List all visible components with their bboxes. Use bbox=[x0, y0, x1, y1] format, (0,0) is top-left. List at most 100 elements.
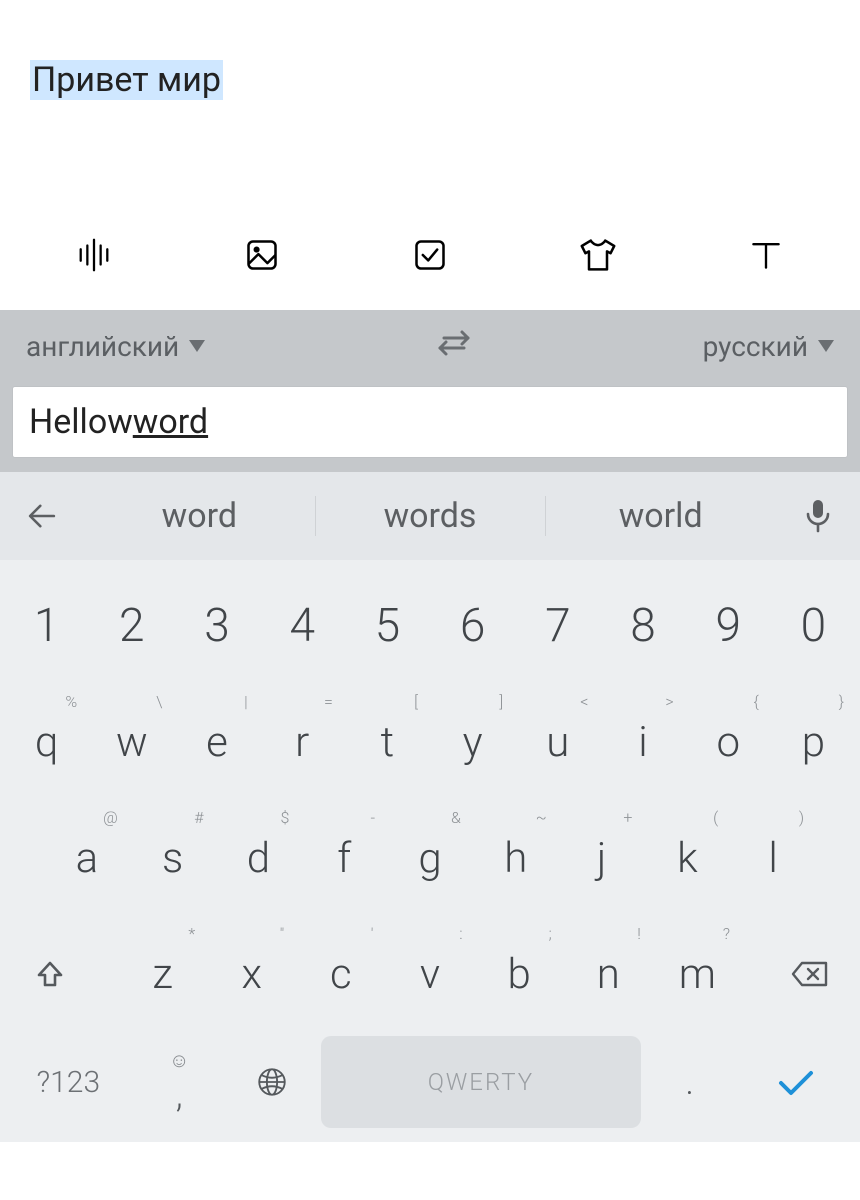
key-secondary-label: ) bbox=[799, 808, 804, 827]
image-icon[interactable] bbox=[242, 235, 282, 275]
key-secondary-label: | bbox=[244, 692, 248, 711]
source-language-selector[interactable]: английский bbox=[26, 330, 205, 363]
key-secondary-label: [ bbox=[414, 692, 418, 711]
note-toolbar bbox=[0, 200, 860, 310]
key-s[interactable]: s# bbox=[132, 804, 214, 912]
key-secondary-label: < bbox=[580, 692, 588, 711]
key-secondary-label: * bbox=[188, 924, 195, 943]
key-secondary-label: ~ bbox=[536, 808, 547, 827]
comma-label: , bbox=[176, 1074, 183, 1116]
suggestion-item[interactable]: word bbox=[84, 472, 315, 560]
note-editor[interactable]: Привет мир bbox=[0, 0, 860, 200]
source-language-label: английский bbox=[26, 330, 179, 363]
key-secondary-label: - bbox=[371, 808, 376, 827]
key-secondary-label: : bbox=[459, 924, 462, 943]
key-z[interactable]: z* bbox=[120, 920, 205, 1028]
key-secondary-label: + bbox=[623, 808, 632, 827]
key-k[interactable]: k( bbox=[646, 804, 728, 912]
key-secondary-label: > bbox=[665, 692, 673, 711]
key-secondary-label: % bbox=[65, 692, 77, 711]
key-secondary-label: ? bbox=[723, 924, 730, 943]
key-secondary-label: " bbox=[280, 924, 285, 943]
key-e[interactable]: e| bbox=[176, 688, 257, 796]
key-p[interactable]: p} bbox=[773, 688, 854, 796]
keyboard-row-numbers: 1234567890 bbox=[4, 572, 856, 680]
swap-languages-button[interactable] bbox=[434, 328, 474, 365]
key-b[interactable]: b; bbox=[477, 920, 562, 1028]
key-c[interactable]: c' bbox=[298, 920, 383, 1028]
key-secondary-label: & bbox=[451, 808, 461, 827]
key-9[interactable]: 9 bbox=[688, 572, 769, 680]
shift-key[interactable] bbox=[6, 920, 94, 1028]
checkbox-icon[interactable] bbox=[410, 235, 450, 275]
key-a[interactable]: a@ bbox=[46, 804, 128, 912]
key-n[interactable]: n! bbox=[566, 920, 651, 1028]
voice-icon[interactable] bbox=[74, 235, 114, 275]
key-secondary-label: = bbox=[324, 692, 333, 711]
key-f[interactable]: f- bbox=[303, 804, 385, 912]
key-secondary-label: ( bbox=[713, 808, 718, 827]
suggestion-item[interactable]: words bbox=[315, 472, 546, 560]
spacebar[interactable]: QWERTY bbox=[321, 1036, 642, 1128]
key-o[interactable]: o{ bbox=[688, 688, 769, 796]
key-y[interactable]: y] bbox=[432, 688, 513, 796]
key-5[interactable]: 5 bbox=[347, 572, 428, 680]
key-secondary-label: ] bbox=[499, 692, 503, 711]
key-v[interactable]: v: bbox=[387, 920, 472, 1028]
key-secondary-label: \ bbox=[156, 692, 162, 711]
period-key[interactable]: . bbox=[645, 1036, 734, 1128]
language-switch-key[interactable] bbox=[228, 1036, 317, 1128]
chevron-down-icon bbox=[189, 340, 205, 352]
key-q[interactable]: q% bbox=[6, 688, 87, 796]
keyboard-row-qwerty: q%w\e|r=t[y]u<i>o{p} bbox=[4, 688, 856, 796]
key-j[interactable]: j+ bbox=[561, 804, 643, 912]
key-g[interactable]: g& bbox=[389, 804, 471, 912]
key-6[interactable]: 6 bbox=[432, 572, 513, 680]
key-r[interactable]: r= bbox=[262, 688, 343, 796]
key-secondary-label: ' bbox=[371, 924, 374, 943]
key-7[interactable]: 7 bbox=[517, 572, 598, 680]
key-4[interactable]: 4 bbox=[262, 572, 343, 680]
keyboard-row-zxcv: z*x"c'v:b;n!m? bbox=[4, 920, 856, 1028]
key-secondary-label: } bbox=[839, 692, 844, 711]
keyboard-row-asdf: a@s#d$f-g&h~j+k(l) bbox=[4, 804, 856, 912]
key-t[interactable]: t[ bbox=[347, 688, 428, 796]
mic-button[interactable] bbox=[776, 499, 860, 533]
key-3[interactable]: 3 bbox=[176, 572, 257, 680]
target-language-selector[interactable]: русский bbox=[703, 330, 834, 363]
translated-text-block[interactable]: Привет мир bbox=[30, 60, 223, 100]
key-secondary-label: $ bbox=[280, 808, 289, 827]
back-arrow-button[interactable] bbox=[0, 499, 84, 533]
target-language-label: русский bbox=[703, 330, 808, 363]
key-0[interactable]: 0 bbox=[773, 572, 854, 680]
translate-input-container: Hellow word bbox=[0, 382, 860, 472]
chevron-down-icon bbox=[818, 340, 834, 352]
key-h[interactable]: h~ bbox=[475, 804, 557, 912]
key-u[interactable]: u< bbox=[517, 688, 598, 796]
key-m[interactable]: m? bbox=[655, 920, 740, 1028]
suggestion-list: word words world bbox=[84, 472, 776, 560]
shirt-icon[interactable] bbox=[578, 235, 618, 275]
enter-key[interactable] bbox=[738, 1036, 854, 1128]
key-secondary-label: { bbox=[754, 692, 759, 711]
translate-language-bar: английский русский bbox=[0, 310, 860, 382]
key-1[interactable]: 1 bbox=[6, 572, 87, 680]
key-secondary-label: # bbox=[194, 808, 203, 827]
key-2[interactable]: 2 bbox=[91, 572, 172, 680]
backspace-key[interactable] bbox=[766, 920, 854, 1028]
key-w[interactable]: w\ bbox=[91, 688, 172, 796]
key-secondary-label: ! bbox=[637, 924, 641, 943]
suggestion-item[interactable]: world bbox=[545, 472, 776, 560]
key-i[interactable]: i> bbox=[602, 688, 683, 796]
key-l[interactable]: l) bbox=[732, 804, 814, 912]
translate-input[interactable]: Hellow word bbox=[12, 386, 848, 458]
comma-emoji-key[interactable]: ☺ , bbox=[135, 1036, 224, 1128]
symbols-key[interactable]: ?123 bbox=[6, 1036, 131, 1128]
key-x[interactable]: x" bbox=[209, 920, 294, 1028]
translate-input-active-word: word bbox=[133, 402, 208, 442]
key-8[interactable]: 8 bbox=[602, 572, 683, 680]
text-icon[interactable] bbox=[746, 235, 786, 275]
key-d[interactable]: d$ bbox=[218, 804, 300, 912]
suggestion-bar: word words world bbox=[0, 472, 860, 560]
key-secondary-label: @ bbox=[103, 808, 118, 827]
